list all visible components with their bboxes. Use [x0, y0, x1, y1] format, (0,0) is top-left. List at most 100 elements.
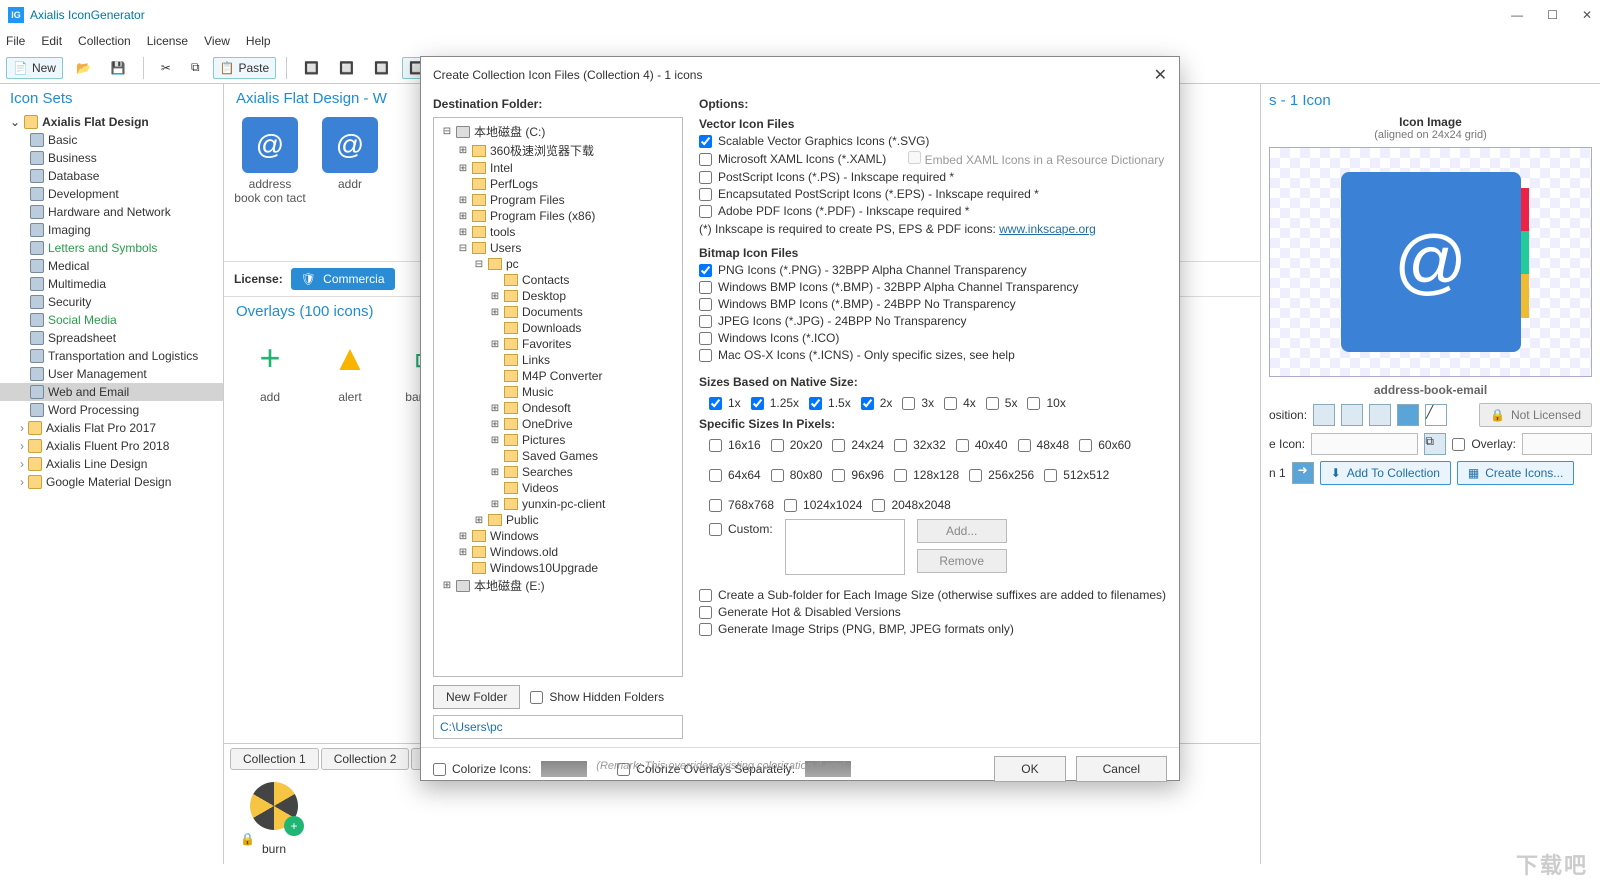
menu-collection[interactable]: Collection [78, 34, 131, 48]
custom-sizes-box[interactable] [785, 519, 905, 575]
new-button[interactable]: 📄 New [6, 57, 63, 79]
folder-Links[interactable]: Links [438, 352, 678, 368]
tab-1[interactable]: Collection 2 [321, 748, 410, 770]
folder-Program Files[interactable]: ⊞Program Files [438, 192, 678, 208]
folder-Pictures[interactable]: ⊞Pictures [438, 432, 678, 448]
goto-collection-icon[interactable]: ➜ [1292, 462, 1314, 484]
overlay-alert[interactable]: ▲alert [314, 330, 386, 404]
vect-opt[interactable]: Encapsutated PostScript Icons (*.EPS) - … [699, 187, 1167, 201]
folder-tree[interactable]: ⊟本地磁盘 (C:)⊞360极速浏览器下载⊞IntelPerfLogs⊞Prog… [433, 117, 683, 677]
dialog-close-icon[interactable]: ✕ [1154, 65, 1167, 85]
tab-0[interactable]: Collection 1 [230, 748, 319, 770]
tree-root[interactable]: ⌄Axialis Flat Design [0, 113, 223, 131]
cat-business[interactable]: Business [0, 149, 223, 167]
bmp-opt[interactable]: PNG Icons (*.PNG) - 32BPP Alpha Channel … [699, 263, 1167, 277]
folder-Ondesoft[interactable]: ⊞Ondesoft [438, 400, 678, 416]
cut-icon[interactable]: ✂ [154, 57, 178, 79]
show-hidden-check[interactable]: Show Hidden Folders [530, 690, 664, 704]
extra-opt[interactable]: Generate Image Strips (PNG, BMP, JPEG fo… [699, 622, 1167, 636]
menu-help[interactable]: Help [246, 34, 271, 48]
save-icon[interactable]: 💾 [104, 57, 133, 79]
workspace-item[interactable]: +🔒 burn [232, 782, 316, 856]
cat-transportation-and-logistics[interactable]: Transportation and Logistics [0, 347, 223, 365]
native-4x[interactable]: 4x [944, 396, 976, 410]
folder-pc[interactable]: ⊟pc [438, 256, 678, 272]
size-768x768[interactable]: 768x768 [709, 498, 774, 512]
pack-google-material-design[interactable]: ›Google Material Design [0, 473, 223, 491]
tool3-icon[interactable]: 🔲 [367, 57, 396, 79]
maximize-button[interactable]: ☐ [1547, 8, 1558, 22]
overlay-check[interactable]: Overlay: [1452, 437, 1516, 451]
menu-view[interactable]: View [204, 34, 230, 48]
paste-button[interactable]: 📋 Paste [213, 57, 277, 79]
link-icon[interactable]: ⧉ [1424, 433, 1446, 455]
path-input[interactable] [433, 715, 683, 739]
cat-imaging[interactable]: Imaging [0, 221, 223, 239]
folder-Windows10Upgrade[interactable]: Windows10Upgrade [438, 560, 678, 576]
license-button[interactable]: 🛡 Commercia [291, 268, 395, 290]
pos-tr[interactable] [1341, 404, 1363, 426]
size-1024x1024[interactable]: 1024x1024 [784, 498, 862, 512]
pos-none[interactable]: ╱ [1425, 404, 1447, 426]
folder-Contacts[interactable]: Contacts [438, 272, 678, 288]
vect-opt[interactable]: Adobe PDF Icons (*.PDF) - Inkscape requi… [699, 204, 1167, 218]
extra-opt[interactable]: Create a Sub-folder for Each Image Size … [699, 588, 1167, 602]
size-32x32[interactable]: 32x32 [894, 438, 946, 452]
pack-axialis-fluent-pro-2018[interactable]: ›Axialis Fluent Pro 2018 [0, 437, 223, 455]
cat-development[interactable]: Development [0, 185, 223, 203]
menu-file[interactable]: File [6, 34, 25, 48]
remove-size-button[interactable]: Remove [917, 549, 1007, 573]
folder-本地磁盘 (E:)[interactable]: ⊞本地磁盘 (E:) [438, 576, 678, 595]
overlay-field[interactable] [1522, 433, 1592, 455]
folder-PerfLogs[interactable]: PerfLogs [438, 176, 678, 192]
copy-icon[interactable]: ⧉ [184, 56, 207, 79]
native-5x[interactable]: 5x [986, 396, 1018, 410]
native-1.25x[interactable]: 1.25x [751, 396, 799, 410]
pos-tl[interactable] [1313, 404, 1335, 426]
size-96x96[interactable]: 96x96 [832, 468, 884, 482]
size-64x64[interactable]: 64x64 [709, 468, 761, 482]
cat-basic[interactable]: Basic [0, 131, 223, 149]
size-512x512[interactable]: 512x512 [1044, 468, 1109, 482]
ok-button[interactable]: OK [994, 756, 1065, 782]
native-1.5x[interactable]: 1.5x [809, 396, 851, 410]
folder-Downloads[interactable]: Downloads [438, 320, 678, 336]
not-licensed-button[interactable]: 🔒 Not Licensed [1479, 403, 1592, 427]
size-40x40[interactable]: 40x40 [956, 438, 1008, 452]
bmp-opt[interactable]: Windows BMP Icons (*.BMP) - 32BPP Alpha … [699, 280, 1167, 294]
native-2x[interactable]: 2x [861, 396, 893, 410]
folder-Intel[interactable]: ⊞Intel [438, 160, 678, 176]
colorize-icons-check[interactable]: Colorize Icons: [433, 762, 531, 776]
close-button[interactable]: ✕ [1582, 8, 1592, 22]
folder-Searches[interactable]: ⊞Searches [438, 464, 678, 480]
folder-Documents[interactable]: ⊞Documents [438, 304, 678, 320]
folder-360极速浏览器下载[interactable]: ⊞360极速浏览器下载 [438, 141, 678, 160]
add-size-button[interactable]: Add... [917, 519, 1007, 543]
menu-license[interactable]: License [147, 34, 188, 48]
folder-Public[interactable]: ⊞Public [438, 512, 678, 528]
icon-address-book-con-tact[interactable]: @address book con tact [234, 117, 306, 205]
cat-user-management[interactable]: User Management [0, 365, 223, 383]
menu-edit[interactable]: Edit [41, 34, 62, 48]
size-128x128[interactable]: 128x128 [894, 468, 959, 482]
size-2048x2048[interactable]: 2048x2048 [872, 498, 950, 512]
bmp-opt[interactable]: JPEG Icons (*.JPG) - 24BPP No Transparen… [699, 314, 1167, 328]
new-folder-button[interactable]: New Folder [433, 685, 520, 709]
vect-opt[interactable]: Scalable Vector Graphics Icons (*.SVG) [699, 134, 1167, 148]
cat-hardware-and-network[interactable]: Hardware and Network [0, 203, 223, 221]
cancel-button[interactable]: Cancel [1076, 756, 1167, 782]
open-icon[interactable]: 📂 [69, 57, 98, 79]
folder-OneDrive[interactable]: ⊞OneDrive [438, 416, 678, 432]
size-24x24[interactable]: 24x24 [832, 438, 884, 452]
overlay-add[interactable]: +add [234, 330, 306, 404]
tool2-icon[interactable]: 🔲 [332, 57, 361, 79]
pack-axialis-flat-pro-2017[interactable]: ›Axialis Flat Pro 2017 [0, 419, 223, 437]
cat-spreadsheet[interactable]: Spreadsheet [0, 329, 223, 347]
colorize-swatch[interactable] [541, 761, 587, 777]
vect-opt[interactable]: PostScript Icons (*.PS) - Inkscape requi… [699, 170, 1167, 184]
size-256x256[interactable]: 256x256 [969, 468, 1034, 482]
folder-Program Files (x86)[interactable]: ⊞Program Files (x86) [438, 208, 678, 224]
folder-本地磁盘 (C:)[interactable]: ⊟本地磁盘 (C:) [438, 122, 678, 141]
cat-database[interactable]: Database [0, 167, 223, 185]
size-80x80[interactable]: 80x80 [771, 468, 823, 482]
